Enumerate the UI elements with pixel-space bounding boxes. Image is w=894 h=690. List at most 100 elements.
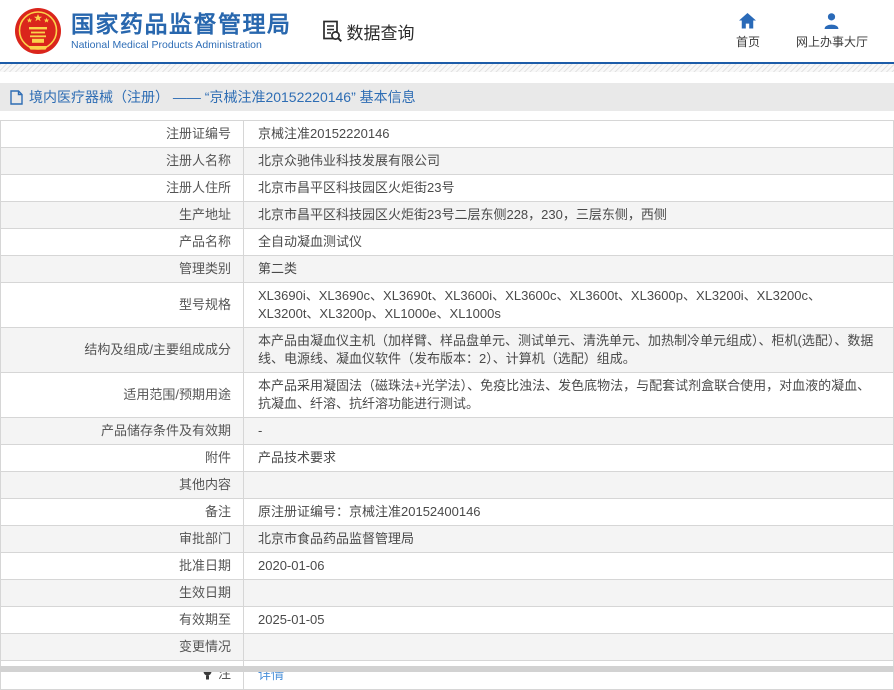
- row-value: 北京市昌平区科技园区火炬街23号二层东侧228，230，三层东侧，西侧: [258, 207, 667, 222]
- table-row: 产品名称 全自动凝血测试仪: [1, 229, 894, 256]
- row-value-cell: 京械注准20152220146: [244, 121, 894, 148]
- row-label: 注册人住所: [166, 180, 231, 195]
- row-value: 本产品采用凝固法（磁珠法+光学法）、免疫比浊法、发色底物法，与配套试剂盒联合使用…: [258, 378, 870, 411]
- row-label-cell: 注: [1, 661, 244, 690]
- row-value-cell: 全自动凝血测试仪: [244, 229, 894, 256]
- table-row: 适用范围/预期用途 本产品采用凝固法（磁珠法+光学法）、免疫比浊法、发色底物法，…: [1, 373, 894, 418]
- row-value: 第二类: [258, 261, 297, 276]
- table-row: 注册人名称 北京众驰伟业科技发展有限公司: [1, 148, 894, 175]
- home-icon: [739, 13, 756, 29]
- table-row: 注 详情: [1, 661, 894, 690]
- row-value: 2025-01-05: [258, 612, 325, 627]
- row-label-cell: 产品储存条件及有效期: [1, 418, 244, 445]
- table-row: 结构及组成/主要组成成分 本产品由凝血仪主机（加样臂、样品盘单元、测试单元、清洗…: [1, 328, 894, 373]
- doc-search-icon: [320, 19, 344, 43]
- table-row: 注册证编号 京械注准20152220146: [1, 121, 894, 148]
- breadcrumb: 境内医疗器械（注册） —— “京械注准20152220146” 基本信息: [0, 83, 894, 111]
- row-label-cell: 审批部门: [1, 526, 244, 553]
- table-row: 管理类别 第二类: [1, 256, 894, 283]
- file-icon: [10, 90, 23, 105]
- person-icon: [823, 13, 840, 29]
- row-label-cell: 附件: [1, 445, 244, 472]
- row-label: 型号规格: [179, 297, 231, 312]
- site-header: 国家药品监督管理局 National Medical Products Admi…: [0, 0, 894, 62]
- row-label-cell: 其他内容: [1, 472, 244, 499]
- row-value-cell: 原注册证编号：京械注准20152400146: [244, 499, 894, 526]
- row-value-cell: 北京市昌平区科技园区火炬街23号: [244, 175, 894, 202]
- table-row: 备注 原注册证编号：京械注准20152400146: [1, 499, 894, 526]
- table-row: 附件 产品技术要求: [1, 445, 894, 472]
- row-label-cell: 生产地址: [1, 202, 244, 229]
- site-subtitle: National Medical Products Administration: [71, 39, 292, 51]
- row-value: 北京市昌平区科技园区火炬街23号: [258, 180, 454, 195]
- table-row: 型号规格 XL3690i、XL3690c、XL3690t、XL3600i、XL3…: [1, 283, 894, 328]
- row-label: 注册人名称: [166, 153, 231, 168]
- row-value: 2020-01-06: [258, 558, 325, 573]
- row-label: 备注: [205, 504, 231, 519]
- row-label-cell: 注册人名称: [1, 148, 244, 175]
- row-label: 有效期至: [179, 612, 231, 627]
- row-value-cell: 北京市食品药品监督管理局: [244, 526, 894, 553]
- breadcrumb-text: 境内医疗器械（注册） —— “京械注准20152220146” 基本信息: [29, 87, 416, 107]
- row-label: 结构及组成/主要组成成分: [84, 342, 231, 357]
- row-value-cell: [244, 580, 894, 607]
- row-label-cell: 产品名称: [1, 229, 244, 256]
- footer-bar: [0, 666, 894, 672]
- table-row: 有效期至 2025-01-05: [1, 607, 894, 634]
- header-nav: 首页 网上办事大厅: [736, 13, 868, 50]
- row-label-cell: 适用范围/预期用途: [1, 373, 244, 418]
- row-value-cell: -: [244, 418, 894, 445]
- table-row: 产品储存条件及有效期 -: [1, 418, 894, 445]
- row-label: 生产地址: [179, 207, 231, 222]
- row-label-cell: 管理类别: [1, 256, 244, 283]
- row-value: 原注册证编号：京械注准20152400146: [258, 504, 481, 519]
- row-value-cell: 2025-01-05: [244, 607, 894, 634]
- row-label-cell: 批准日期: [1, 553, 244, 580]
- registration-info-table-wrap: 注册证编号 京械注准20152220146 注册人名称 北京众驰伟业科技发展有限…: [0, 120, 894, 690]
- registration-info-table: 注册证编号 京械注准20152220146 注册人名称 北京众驰伟业科技发展有限…: [0, 120, 894, 690]
- row-label: 注册证编号: [166, 126, 231, 141]
- table-row: 审批部门 北京市食品药品监督管理局: [1, 526, 894, 553]
- row-value-cell: 北京市昌平区科技园区火炬街23号二层东侧228，230，三层东侧，西侧: [244, 202, 894, 229]
- table-row: 变更情况: [1, 634, 894, 661]
- row-value: 北京市食品药品监督管理局: [258, 531, 414, 546]
- row-label: 变更情况: [179, 639, 231, 654]
- row-value-cell: 详情: [244, 661, 894, 690]
- row-value-cell: 2020-01-06: [244, 553, 894, 580]
- logo-text: 国家药品监督管理局 National Medical Products Admi…: [71, 11, 292, 51]
- header-divider: [0, 62, 894, 72]
- row-label-cell: 注册证编号: [1, 121, 244, 148]
- logo-link[interactable]: 国家药品监督管理局 National Medical Products Admi…: [14, 7, 292, 55]
- row-value-cell: [244, 472, 894, 499]
- row-label: 附件: [205, 450, 231, 465]
- row-value: 京械注准20152220146: [258, 126, 390, 141]
- nav-hall-label: 网上办事大厅: [796, 33, 868, 50]
- row-label: 批准日期: [179, 558, 231, 573]
- row-value: 北京众驰伟业科技发展有限公司: [258, 153, 440, 168]
- row-value: XL3690i、XL3690c、XL3690t、XL3600i、XL3600c、…: [258, 288, 821, 321]
- site-title: 国家药品监督管理局: [71, 11, 292, 37]
- row-label-cell: 备注: [1, 499, 244, 526]
- row-label-cell: 有效期至: [1, 607, 244, 634]
- table-row: 批准日期 2020-01-06: [1, 553, 894, 580]
- table-row: 生产地址 北京市昌平区科技园区火炬街23号二层东侧228，230，三层东侧，西侧: [1, 202, 894, 229]
- row-value-cell: 第二类: [244, 256, 894, 283]
- national-emblem-icon: [14, 7, 62, 55]
- row-label: 产品名称: [179, 234, 231, 249]
- row-value-cell: [244, 634, 894, 661]
- row-label-cell: 结构及组成/主要组成成分: [1, 328, 244, 373]
- row-label: 管理类别: [179, 261, 231, 276]
- data-query-label: 数据查询: [347, 19, 415, 44]
- table-row: 注册人住所 北京市昌平区科技园区火炬街23号: [1, 175, 894, 202]
- row-value-cell: 本产品由凝血仪主机（加样臂、样品盘单元、测试单元、清洗单元、加热制冷单元组成）、…: [244, 328, 894, 373]
- row-value: 全自动凝血测试仪: [258, 234, 362, 249]
- nav-item-home[interactable]: 首页: [736, 13, 760, 50]
- row-label-cell: 生效日期: [1, 580, 244, 607]
- row-label-cell: 型号规格: [1, 283, 244, 328]
- row-value-cell: 本产品采用凝固法（磁珠法+光学法）、免疫比浊法、发色底物法，与配套试剂盒联合使用…: [244, 373, 894, 418]
- data-query-link[interactable]: 数据查询: [320, 19, 415, 44]
- row-label-cell: 变更情况: [1, 634, 244, 661]
- nav-home-label: 首页: [736, 33, 760, 50]
- row-value-cell: 产品技术要求: [244, 445, 894, 472]
- nav-item-service-hall[interactable]: 网上办事大厅: [796, 13, 868, 50]
